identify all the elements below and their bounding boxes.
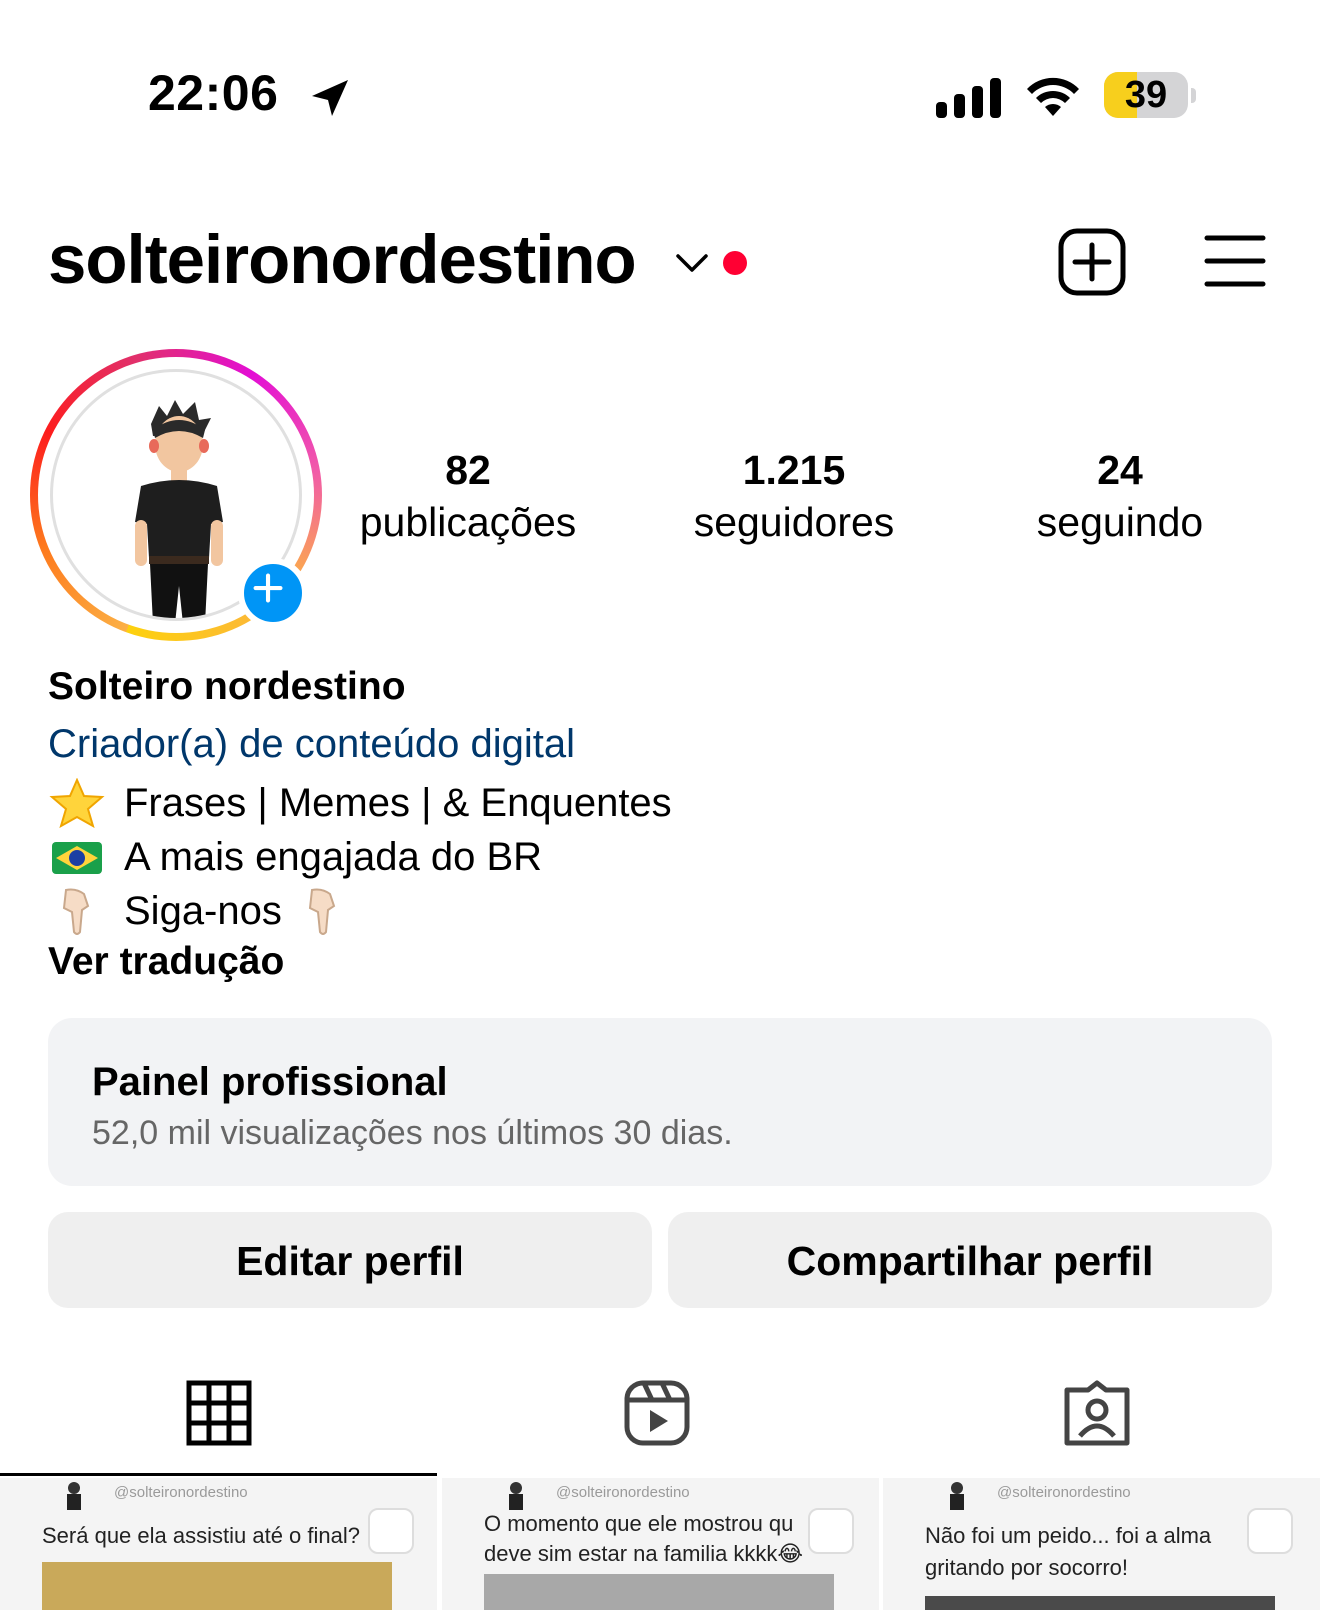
posts-label: publicações [359, 499, 577, 545]
following-label: seguindo [1036, 499, 1204, 545]
reel-badge-icon [368, 1508, 414, 1554]
chevron-down-icon[interactable] [674, 248, 710, 278]
notification-dot [723, 251, 747, 275]
share-profile-button[interactable]: Compartilhar perfil [668, 1212, 1272, 1308]
post-thumbnail[interactable]: @solteironordestino Não foi um peido... … [883, 1478, 1320, 1610]
grid-icon[interactable] [186, 1380, 252, 1446]
add-story-button[interactable] [238, 558, 308, 628]
post-caption-line-1: O momento que ele mostrou qu [484, 1511, 794, 1536]
stat-posts[interactable]: 82 publicações [338, 444, 598, 548]
dashboard-title: Painel profissional [92, 1060, 448, 1104]
professional-dashboard[interactable]: Painel profissional 52,0 mil visualizaçõ… [48, 1018, 1272, 1186]
edit-profile-button[interactable]: Editar perfil [48, 1212, 652, 1308]
new-post-icon[interactable] [1058, 228, 1126, 296]
location-arrow-icon [312, 80, 348, 116]
followers-count: 1.215 [742, 447, 846, 493]
see-translation-link[interactable]: Ver tradução [48, 940, 284, 984]
bio-line-2: A mais engajada do BR [48, 830, 542, 884]
post-thumbnail[interactable]: @solteironordestino O momento que ele mo… [442, 1478, 879, 1610]
display-name: Solteiro nordestino [48, 665, 406, 708]
post-handle: @solteironordestino [556, 1484, 690, 1501]
battery-level: 39 [1124, 74, 1168, 116]
post-image [42, 1562, 392, 1610]
status-time: 22:06 [148, 65, 279, 121]
signal-icon [936, 78, 1001, 118]
wifi-icon [1027, 77, 1079, 116]
reel-badge-icon [1247, 1508, 1293, 1554]
dashboard-subtitle: 52,0 mil visualizações nos últimos 30 di… [92, 1114, 733, 1152]
bio-line-1: Frases | Memes | & Enquentes [48, 776, 672, 830]
brazil-flag-emoji [52, 842, 102, 874]
profile-username[interactable]: solteironordestino [48, 220, 637, 299]
post-image [484, 1574, 834, 1610]
bio-text-2: A mais engajada do BR [124, 834, 543, 879]
post-caption-line-2: gritando por socorro! [925, 1555, 1128, 1580]
battery-icon: 39 [1104, 72, 1196, 118]
following-count: 24 [1097, 447, 1143, 493]
bio-line-3: Siga-nos [48, 884, 352, 938]
stat-followers[interactable]: 1.215 seguidores [664, 444, 924, 548]
post-handle: @solteironordestino [114, 1484, 248, 1501]
reel-badge-icon [808, 1508, 854, 1554]
post-avatar [509, 1482, 523, 1510]
reels-icon[interactable] [624, 1380, 690, 1446]
post-caption: Será que ela assistiu até o final? [42, 1523, 360, 1548]
menu-icon[interactable] [1204, 232, 1266, 290]
post-handle: @solteironordestino [997, 1484, 1131, 1501]
active-tab-indicator [0, 1473, 437, 1476]
pointing-down-emoji [62, 888, 90, 935]
bio-text-3: Siga-nos [124, 888, 282, 933]
post-caption-line-1: Não foi um peido... foi a alma [925, 1523, 1212, 1548]
star-emoji [49, 778, 105, 828]
bio-text-1: Frases | Memes | & Enquentes [124, 780, 672, 825]
post-thumbnail[interactable]: @solteironordestino Será que ela assisti… [0, 1478, 437, 1610]
post-image [925, 1596, 1275, 1610]
posts-count: 82 [445, 447, 491, 493]
followers-label: seguidores [693, 499, 895, 545]
post-avatar [950, 1482, 964, 1510]
post-avatar [67, 1482, 81, 1510]
tagged-icon[interactable] [1064, 1380, 1130, 1446]
post-caption-line-2: deve sim estar na familia kkkk😂 [484, 1541, 804, 1566]
category-link[interactable]: Criador(a) de conteúdo digital [48, 722, 575, 767]
pointing-down-emoji [308, 888, 336, 935]
stat-following[interactable]: 24 seguindo [990, 444, 1250, 548]
